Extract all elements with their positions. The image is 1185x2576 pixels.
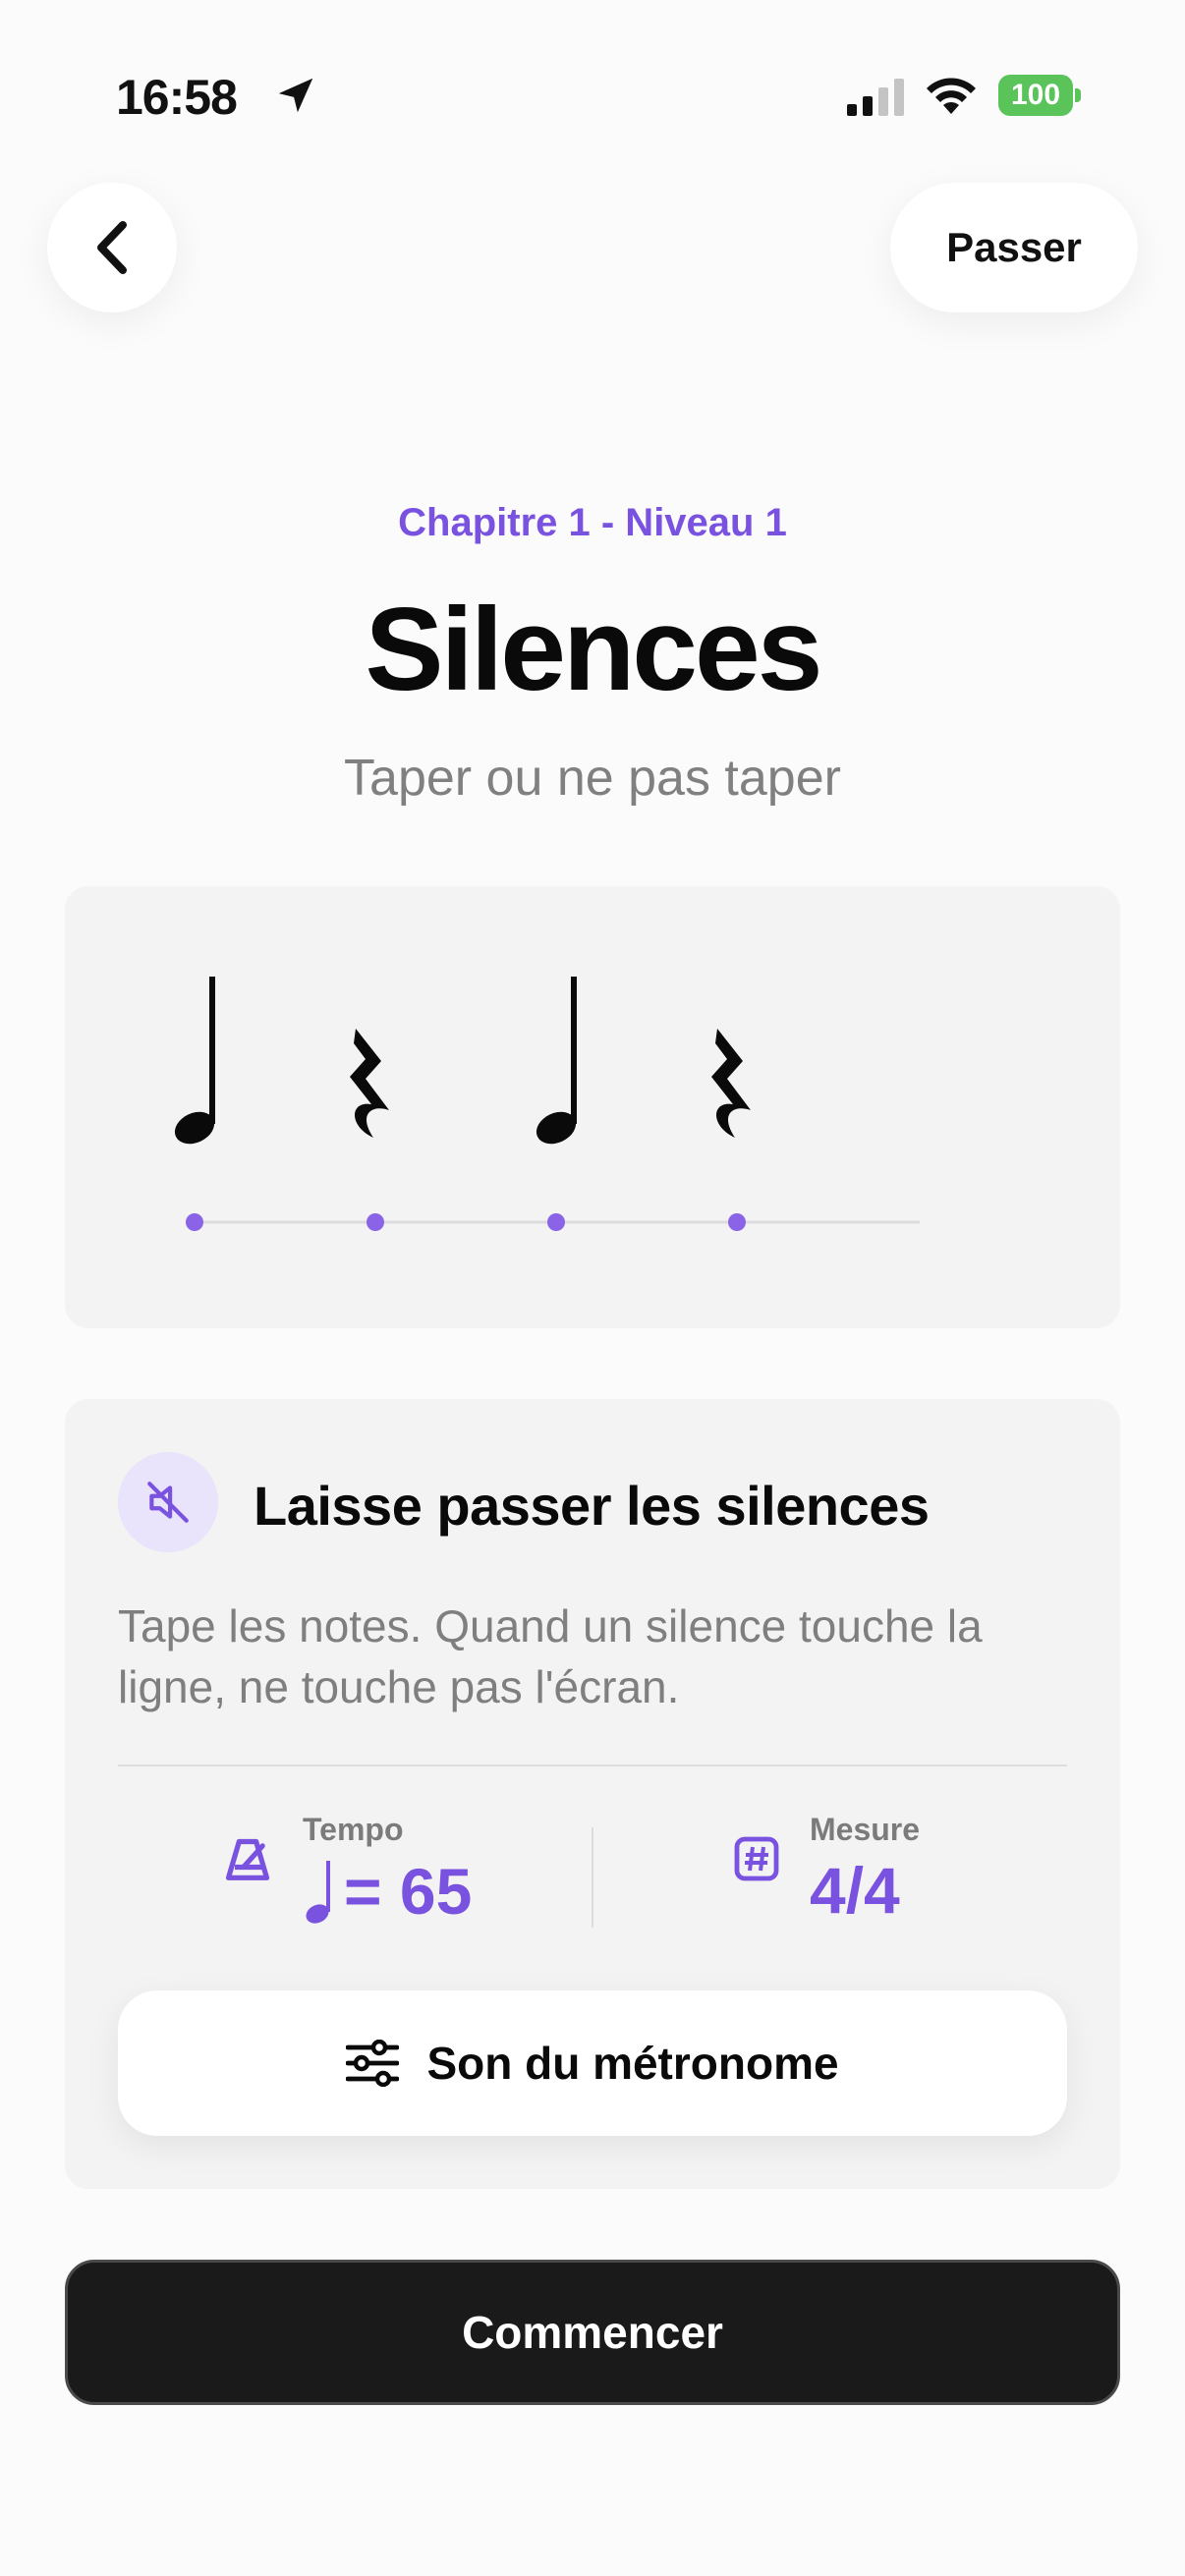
- chevron-left-icon: [97, 221, 127, 274]
- location-arrow-icon: [278, 78, 313, 113]
- divider: [118, 1764, 1067, 1766]
- quarter-note-icon: [306, 1861, 330, 1924]
- beat-dot: [186, 1213, 203, 1231]
- start-button[interactable]: Commencer: [65, 2260, 1120, 2405]
- metronome-icon: [225, 1838, 270, 1880]
- rhythm-preview-card: [65, 886, 1120, 1328]
- quarter-note-icon: [536, 977, 577, 1145]
- tempo-label: Tempo: [303, 1812, 404, 1847]
- sliders-icon: [346, 2040, 400, 2087]
- page-title: Silences: [365, 584, 823, 715]
- back-button[interactable]: [47, 183, 177, 312]
- time-signature-icon: [734, 1836, 779, 1881]
- metronome-sound-label: Son du métronome: [426, 2038, 839, 2089]
- status-time: 16:58: [116, 70, 238, 125]
- measure-label: Mesure: [810, 1812, 921, 1847]
- battery-level: 100: [1010, 79, 1061, 111]
- chapter-level-label: Chapitre 1 - Niveau 1: [398, 501, 787, 544]
- speaker-muted-icon: [147, 1482, 189, 1523]
- battery-indicator: 100: [998, 75, 1081, 116]
- quarter-rest-icon: [350, 1029, 389, 1138]
- measure-stat: Mesure 4/4: [733, 1812, 1028, 1930]
- beat-dot: [547, 1213, 565, 1231]
- tempo-value: = 65: [344, 1855, 473, 1928]
- wifi-icon: [927, 78, 976, 114]
- skip-button[interactable]: Passer: [890, 183, 1138, 312]
- lesson-intro-screen: 16:58 100 Passer Chapitre 1 - Niveau 1 S…: [0, 0, 1185, 2576]
- metronome-sound-button[interactable]: Son du métronome: [118, 1990, 1067, 2136]
- instruction-card: Laisse passer les silences Tape les note…: [65, 1399, 1120, 2189]
- quarter-note-icon: [174, 977, 215, 1145]
- beat-dot: [728, 1213, 746, 1231]
- instruction-text: Tape les notes. Quand un silence touche …: [118, 1600, 983, 1712]
- quarter-rest-icon: [711, 1029, 751, 1138]
- stats-separator: [592, 1827, 593, 1928]
- cellular-signal-icon: [847, 79, 904, 116]
- measure-value: 4/4: [810, 1854, 900, 1927]
- tempo-stat: Tempo = 65: [222, 1812, 546, 1930]
- status-bar: 16:58 100: [0, 0, 1185, 147]
- rhythm-notation: [174, 977, 920, 1231]
- beat-dot: [367, 1213, 384, 1231]
- mute-badge: [118, 1452, 218, 1552]
- instruction-title: Laisse passer les silences: [254, 1475, 930, 1537]
- page-subtitle: Taper ou ne pas taper: [344, 750, 841, 807]
